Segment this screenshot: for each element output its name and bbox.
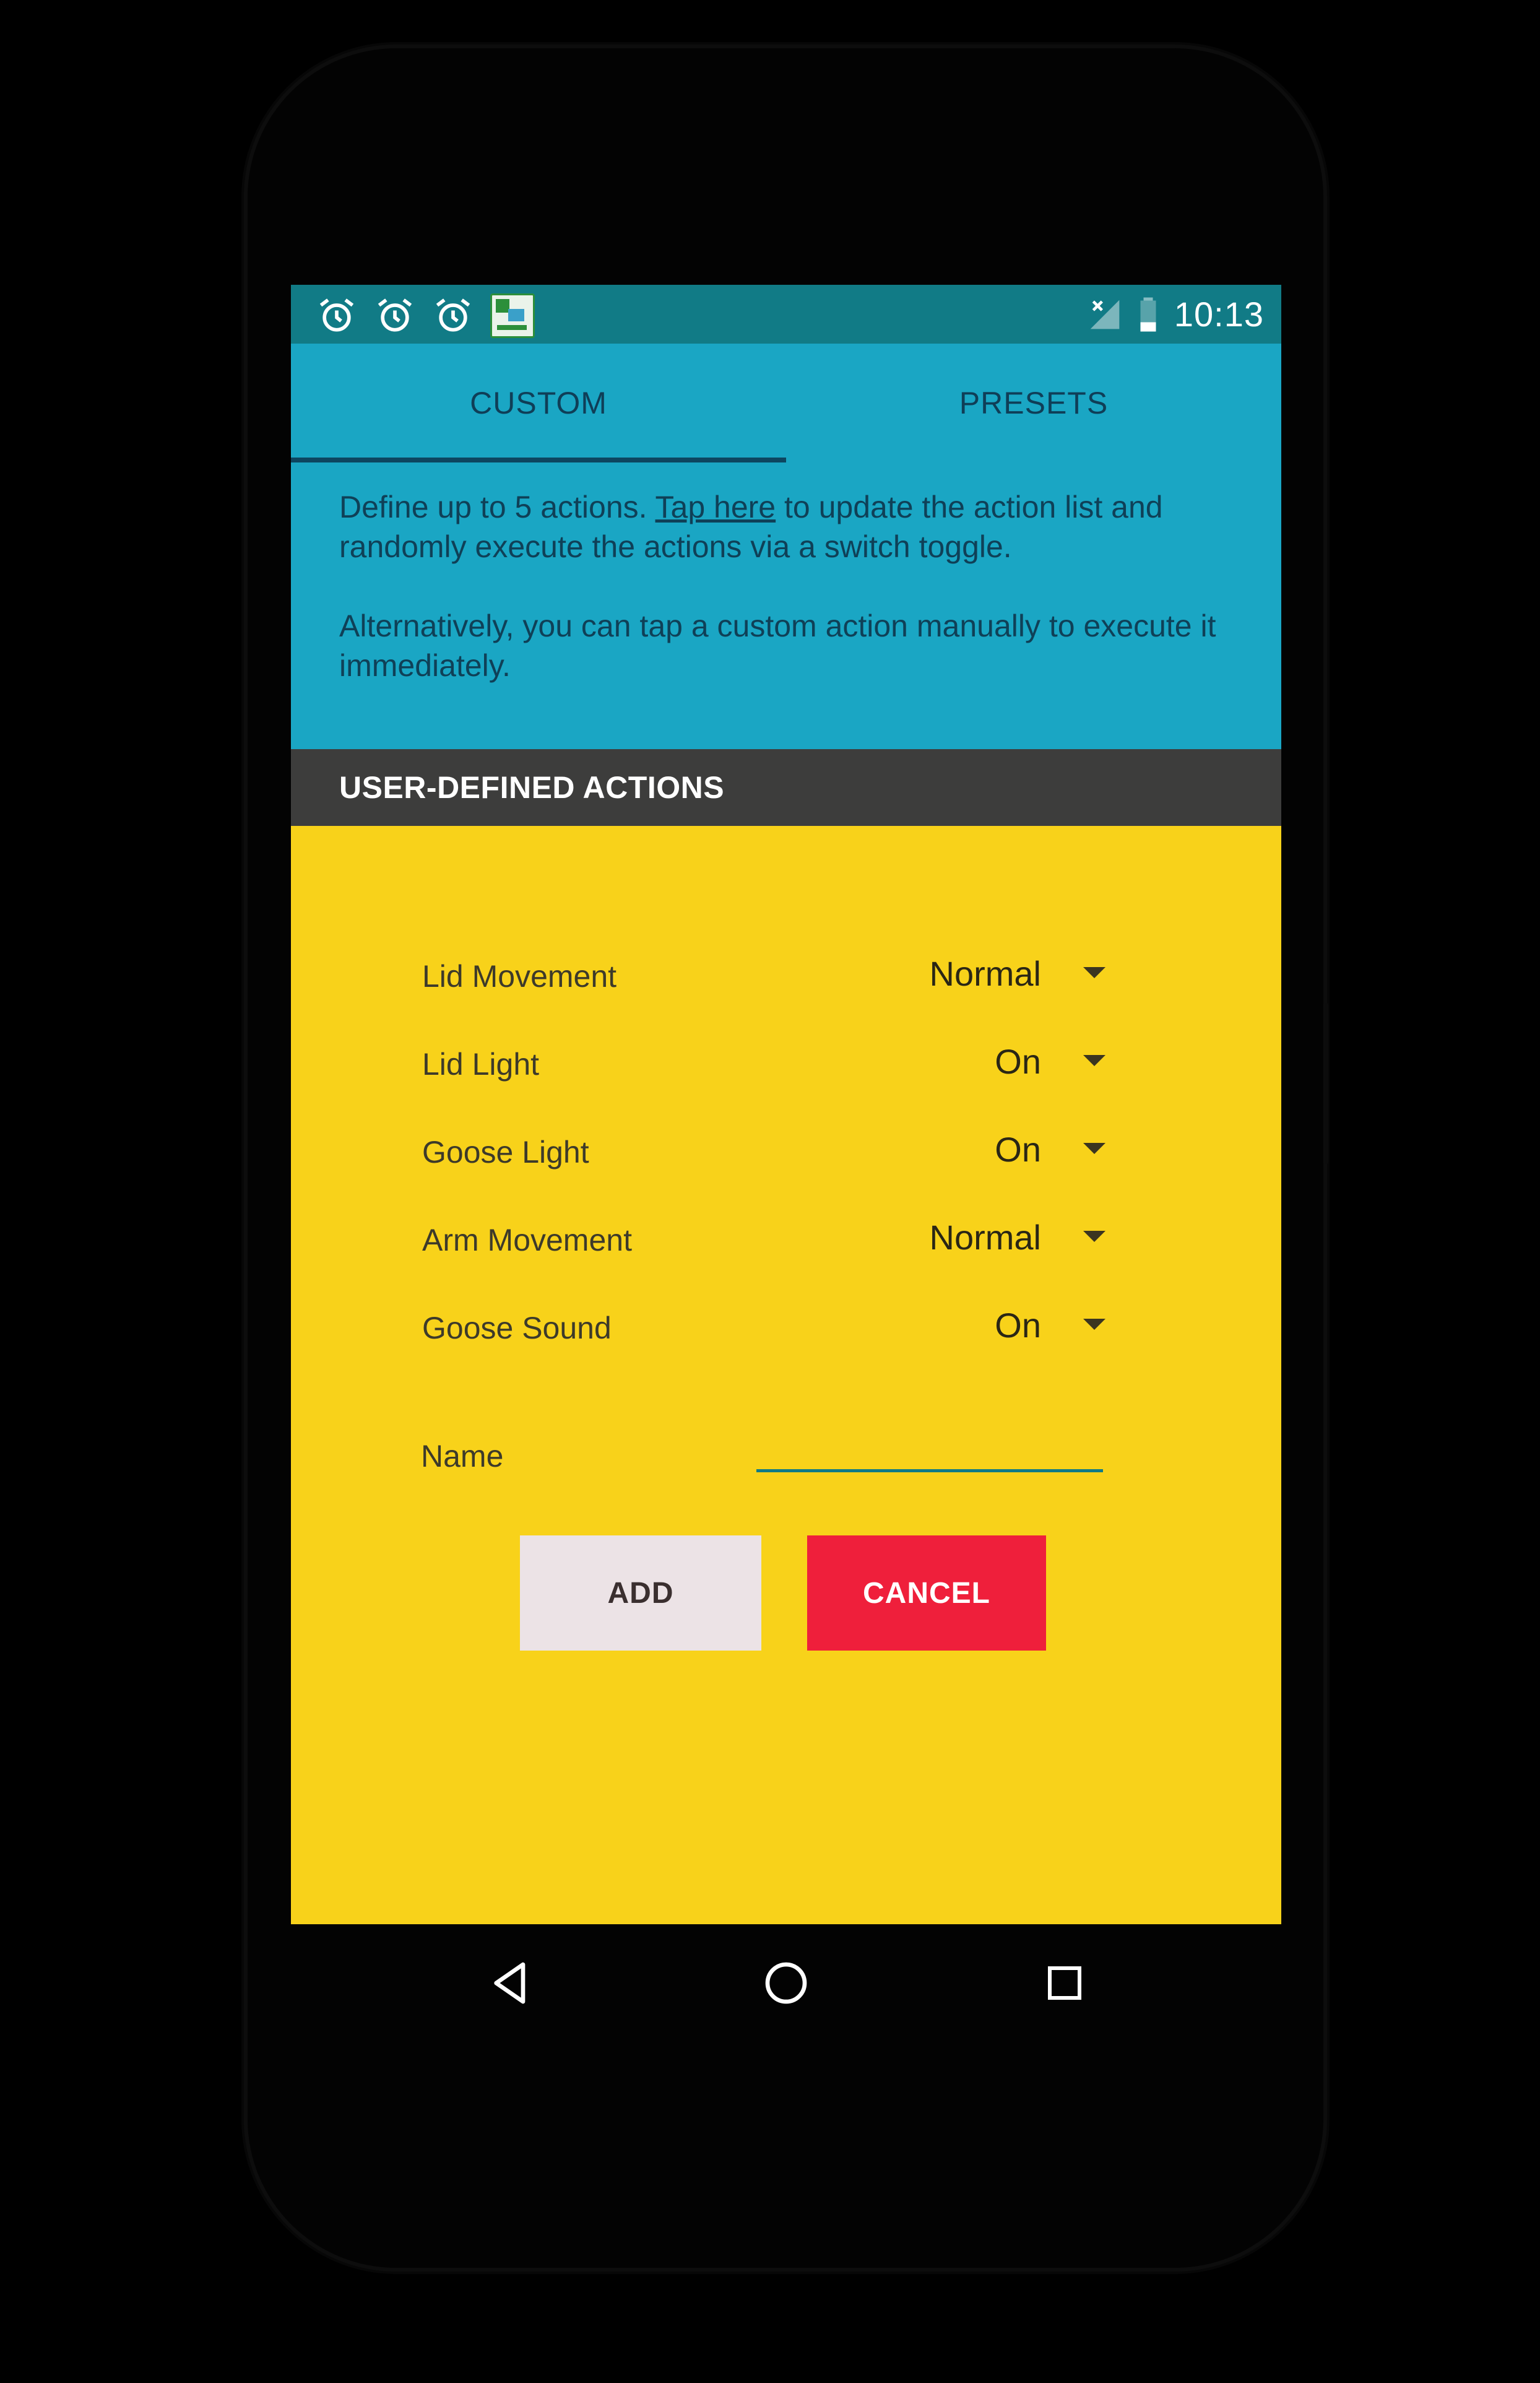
home-button[interactable] (752, 1949, 820, 2017)
system-icons: 10:13 (1088, 285, 1264, 344)
alarm-icon (436, 298, 470, 332)
dropdown-lid-light[interactable]: Lid Light On (291, 1029, 1281, 1091)
name-label: Name (421, 1439, 504, 1474)
row-label: Lid Light (422, 1047, 540, 1082)
row-label: Goose Sound (422, 1311, 612, 1345)
notification-icons (316, 293, 535, 338)
info-text-primary: Define up to 5 actions. Tap here to upda… (339, 487, 1255, 566)
dropdown-value: On (995, 1306, 1041, 1345)
alarm-icon (378, 298, 412, 332)
row-label: Arm Movement (422, 1223, 632, 1257)
back-icon (494, 1962, 526, 2004)
tab-selected-indicator (291, 458, 786, 462)
navigation-bar (291, 1924, 1281, 2042)
app-notification-icon (490, 293, 535, 338)
add-button[interactable]: ADD (520, 1535, 761, 1651)
section-header: USER-DEFINED ACTIONS (291, 749, 1281, 826)
recents-button[interactable] (1031, 1949, 1099, 2017)
app-screen: 10:13 CUSTOM PRESETS Define up to 5 acti… (291, 285, 1281, 1924)
dropdown-value: Normal (929, 954, 1041, 993)
dropdown-value: On (995, 1042, 1041, 1081)
dropdown-goose-sound[interactable]: Goose Sound On (291, 1293, 1281, 1355)
dropdown-arrow-icon (1083, 1231, 1105, 1242)
back-button[interactable] (477, 1949, 545, 2017)
row-label: Goose Light (422, 1135, 589, 1170)
recents-icon (1048, 1966, 1081, 2000)
tab-custom[interactable]: CUSTOM (291, 344, 786, 462)
info-panel: Define up to 5 actions. Tap here to upda… (291, 462, 1281, 749)
cancel-button[interactable]: CANCEL (807, 1535, 1046, 1651)
info-text-start: Define up to 5 actions. (339, 490, 655, 524)
status-bar: 10:13 (291, 285, 1281, 344)
row-label: Lid Movement (422, 959, 617, 994)
status-clock: 10:13 (1174, 295, 1264, 334)
battery-icon (1140, 297, 1156, 331)
tab-presets[interactable]: PRESETS (786, 344, 1281, 462)
dropdown-arrow-icon (1083, 1319, 1105, 1330)
home-icon (765, 1962, 807, 2004)
info-text-secondary: Alternatively, you can tap a custom acti… (339, 609, 1216, 683)
no-signal-icon (1090, 300, 1120, 329)
dropdown-goose-light[interactable]: Goose Light On (291, 1117, 1281, 1179)
tap-here-link[interactable]: Tap here (655, 490, 776, 524)
dropdown-value: On (995, 1130, 1041, 1169)
dropdown-arm-movement[interactable]: Arm Movement Normal (291, 1205, 1281, 1267)
tab-bar: CUSTOM PRESETS (291, 344, 1281, 462)
dropdown-arrow-icon (1083, 1143, 1105, 1154)
dropdown-arrow-icon (1083, 967, 1105, 978)
alarm-icon (319, 298, 354, 332)
dropdown-arrow-icon (1083, 1055, 1105, 1066)
dropdown-lid-movement[interactable]: Lid Movement Normal (291, 941, 1281, 1003)
name-input[interactable] (756, 1426, 1103, 1472)
phone-side-button (1325, 1003, 1328, 1164)
dropdown-value: Normal (929, 1218, 1041, 1257)
